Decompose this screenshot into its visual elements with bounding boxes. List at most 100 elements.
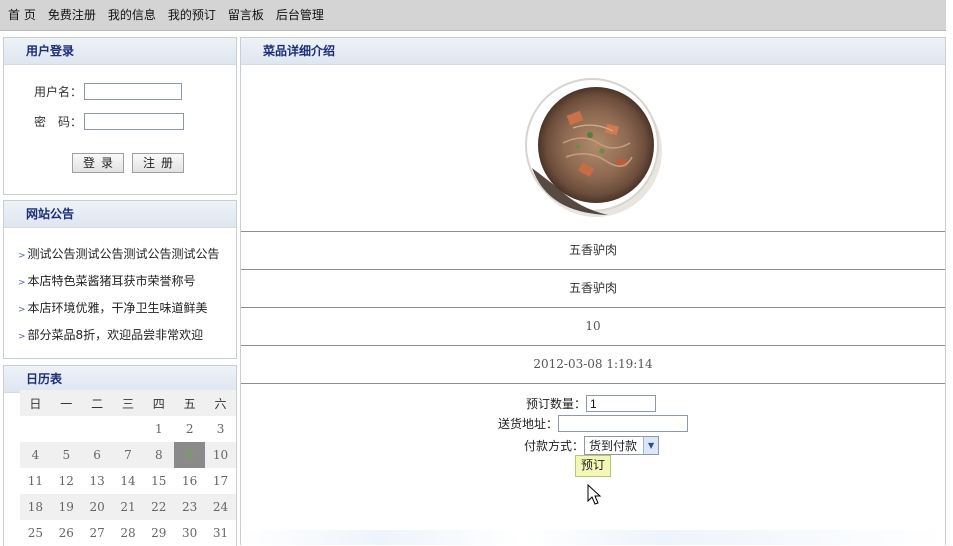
order-button[interactable]: 预订 — [575, 455, 612, 477]
quantity-input[interactable] — [586, 395, 657, 412]
day-cell[interactable]: 27 — [82, 520, 113, 546]
day-cell[interactable]: 6 — [81, 442, 113, 468]
weekday-cell: 三 — [112, 390, 144, 416]
nav-home[interactable]: 首 页 — [8, 0, 36, 30]
day-cell[interactable]: 26 — [51, 520, 82, 546]
login-title: 用户登录 — [4, 38, 236, 65]
day-cell[interactable]: 25 — [20, 520, 51, 546]
dish-date: 2012-03-08 1:19:14 — [241, 345, 945, 383]
register-button[interactable]: 注册 — [132, 153, 184, 173]
arrow-right-icon: > — [18, 278, 26, 288]
address-input[interactable] — [558, 415, 689, 432]
notice-item-text: 本店特色菜酱猪耳获市荣誉称号 — [27, 274, 196, 288]
calendar-weekday-row: 日 一 二 三 四 五 六 — [20, 390, 236, 416]
top-nav: 首 页 免费注册 我的信息 我的预订 留言板 后台管理 — [0, 0, 946, 31]
day-cell[interactable]: 11 — [20, 468, 51, 494]
notice-list: > 测试公告测试公告测试公告测试公告 > 本店特色菜酱猪耳获市荣誉称号 > 本店环境优… — [18, 241, 220, 349]
decorative-strip — [241, 530, 945, 545]
nav-my-info[interactable]: 我的信息 — [108, 0, 156, 30]
day-cell[interactable]: 3 — [205, 416, 236, 442]
detail-panel: 菜品详细介绍 五香驴肉 五香驴肉 10 2012-03-08 1:19:14 预 — [240, 37, 946, 545]
day-cell[interactable]: 5 — [50, 442, 82, 468]
nav-message-board[interactable]: 留言板 — [228, 0, 264, 30]
notice-item[interactable]: > 本店环境优雅，干净卫生味道鲜美 — [18, 295, 220, 322]
notice-item[interactable]: > 部分菜品8折，欢迎品尝非常欢迎 — [18, 322, 220, 349]
notice-item-text: 测试公告测试公告测试公告测试公告 — [27, 247, 220, 261]
nav-register[interactable]: 免费注册 — [48, 0, 96, 30]
weekday-cell: 五 — [174, 390, 206, 416]
weekday-cell: 日 — [20, 390, 51, 416]
mouse-cursor-icon — [587, 484, 602, 505]
weekday-cell: 四 — [143, 390, 175, 416]
calendar-week-row: 4 5 6 7 8 9 10 — [20, 442, 236, 468]
quantity-label: 预订数量： — [526, 397, 587, 411]
notice-panel: 网站公告 > 测试公告测试公告测试公告测试公告 > 本店特色菜酱猪耳获市荣誉称号 >… — [3, 200, 237, 359]
dish-image — [525, 78, 662, 217]
arrow-right-icon: > — [18, 305, 26, 315]
payment-select[interactable]: 货到付款 ▼ — [584, 436, 660, 455]
username-input[interactable] — [84, 83, 182, 100]
weekday-cell: 二 — [81, 390, 113, 416]
calendar-title: 日历表 — [4, 366, 236, 393]
day-cell[interactable]: 2 — [174, 416, 205, 442]
notice-item[interactable]: > 测试公告测试公告测试公告测试公告 — [18, 241, 220, 268]
notice-item-text: 部分菜品8折，欢迎品尝非常欢迎 — [27, 328, 204, 342]
detail-title: 菜品详细介绍 — [241, 38, 945, 65]
day-cell[interactable]: 17 — [205, 468, 236, 494]
username-label: 用户名： — [33, 85, 82, 99]
dish-price: 10 — [241, 307, 945, 345]
day-cell[interactable]: 7 — [112, 442, 144, 468]
day-cell[interactable]: 29 — [143, 520, 174, 546]
calendar-week-row: 18 19 20 21 22 23 24 — [20, 494, 236, 520]
nav-admin[interactable]: 后台管理 — [276, 0, 324, 30]
day-cell-today[interactable]: 9 — [174, 442, 206, 468]
quantity-row: 预订数量： — [526, 395, 657, 412]
day-cell[interactable]: 21 — [112, 494, 144, 520]
calendar-week-row: 1 2 3 — [20, 416, 236, 442]
calendar-week-row: 11 12 13 14 15 16 17 — [20, 468, 236, 494]
day-cell[interactable]: 19 — [50, 494, 82, 520]
day-cell[interactable]: 12 — [51, 468, 82, 494]
day-cell[interactable]: 8 — [143, 442, 175, 468]
day-cell[interactable]: 30 — [174, 520, 205, 546]
arrow-right-icon: > — [18, 251, 26, 261]
calendar-week-row: 25 26 27 28 29 30 31 — [20, 520, 236, 546]
day-cell[interactable]: 1 — [143, 416, 174, 442]
payment-label: 付款方式： — [524, 439, 585, 453]
day-cell[interactable]: 23 — [174, 494, 206, 520]
day-cell[interactable]: 4 — [20, 442, 51, 468]
arrow-right-icon: > — [18, 332, 26, 342]
day-cell[interactable]: 15 — [143, 468, 174, 494]
day-cell[interactable]: 16 — [174, 468, 205, 494]
day-cell[interactable]: 24 — [205, 494, 236, 520]
day-cell[interactable]: 18 — [20, 494, 51, 520]
day-cell[interactable]: 22 — [143, 494, 175, 520]
day-cell[interactable]: 20 — [81, 494, 113, 520]
day-cell[interactable]: 31 — [205, 520, 236, 546]
day-cell — [20, 416, 51, 442]
chevron-down-icon[interactable]: ▼ — [643, 437, 659, 454]
day-cell — [82, 416, 113, 442]
day-cell[interactable]: 28 — [113, 520, 144, 546]
payment-select-value: 货到付款 — [589, 439, 638, 453]
address-label: 送货地址： — [498, 417, 559, 431]
notice-title: 网站公告 — [4, 201, 236, 228]
login-panel: 用户登录 用户名： 密 码： 登录 注册 — [3, 37, 237, 195]
day-cell — [51, 416, 82, 442]
payment-row: 付款方式： 货到付款 ▼ — [524, 436, 660, 455]
dish-description: 五香驴肉 — [241, 269, 945, 307]
notice-item[interactable]: > 本店特色菜酱猪耳获市荣誉称号 — [18, 268, 220, 295]
day-cell — [113, 416, 144, 442]
dish-name: 五香驴肉 — [241, 231, 945, 269]
day-cell[interactable]: 10 — [205, 442, 236, 468]
day-cell[interactable]: 13 — [82, 468, 113, 494]
password-label: 密 码： — [33, 115, 82, 129]
calendar-panel: 日历表 日 一 二 三 四 五 六 1 2 3 4 5 6 7 8 9 10 1… — [3, 365, 237, 546]
day-cell[interactable]: 14 — [113, 468, 144, 494]
password-row: 密 码： — [4, 113, 184, 130]
nav-my-orders[interactable]: 我的预订 — [168, 0, 216, 30]
password-input[interactable] — [84, 113, 184, 130]
calendar-table: 日 一 二 三 四 五 六 1 2 3 4 5 6 7 8 9 10 11 12… — [20, 390, 236, 546]
username-row: 用户名： — [4, 83, 182, 100]
login-button[interactable]: 登录 — [72, 153, 124, 173]
